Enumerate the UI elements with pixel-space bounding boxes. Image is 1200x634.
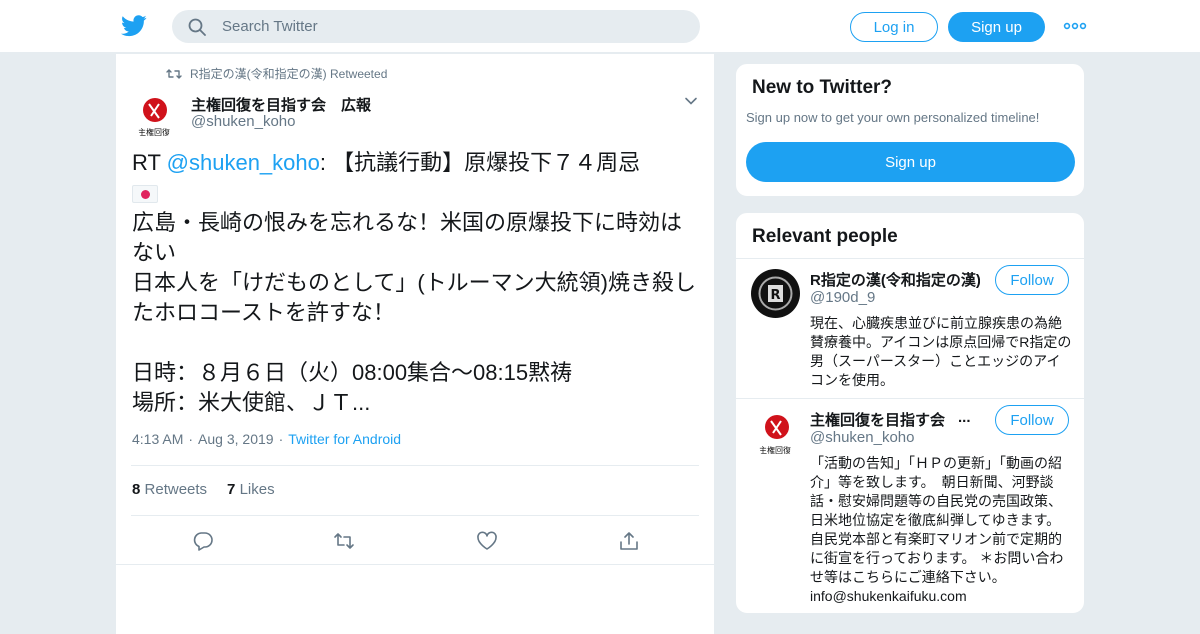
retweet-icon bbox=[166, 68, 182, 79]
new-to-twitter-card: New to Twitter? Sign up now to get your … bbox=[735, 63, 1085, 197]
divider bbox=[116, 564, 716, 565]
top-navigation-bar: Log in Sign up bbox=[0, 0, 1200, 53]
sidebar-signup-button[interactable]: Sign up bbox=[746, 142, 1075, 182]
more-options-icon[interactable] bbox=[1063, 18, 1087, 34]
tweet-stats: 8 Retweets 7 Likes bbox=[132, 481, 275, 498]
svg-text:R: R bbox=[770, 288, 780, 303]
meta-separator: · bbox=[278, 431, 284, 447]
new-to-twitter-title: New to Twitter? bbox=[752, 77, 893, 98]
search-icon bbox=[188, 18, 206, 36]
tweet-metadata: 4:13 AM · Aug 3, 2019 · Twitter for Andr… bbox=[132, 431, 401, 447]
tweet-column: R指定の漢(令和指定の漢) Retweeted 主権回復 主権回復を目指す会 広… bbox=[115, 54, 716, 634]
svg-text:主権回復: 主権回復 bbox=[759, 445, 791, 455]
author-name[interactable]: 主権回復を目指す会 広報 bbox=[191, 94, 371, 115]
share-icon[interactable] bbox=[618, 530, 640, 552]
like-heart-icon[interactable] bbox=[476, 530, 498, 552]
relevant-people-title: Relevant people bbox=[752, 226, 898, 247]
retweets-label: Retweets bbox=[144, 481, 208, 498]
likes-stat[interactable]: 7 Likes bbox=[227, 481, 275, 498]
likes-label: Likes bbox=[239, 481, 275, 498]
person-name[interactable]: R指定の漢(令和指定の漢) bbox=[810, 269, 980, 290]
person-handle[interactable]: @190d_9 bbox=[810, 289, 875, 306]
divider bbox=[131, 465, 699, 466]
retweets-stat[interactable]: 8 Retweets bbox=[132, 481, 207, 498]
divider bbox=[736, 258, 1084, 259]
tweet-text-line1: : 【抗議行動】原爆投下７４周忌 bbox=[319, 150, 641, 175]
japan-flag-icon bbox=[132, 185, 158, 204]
person-name[interactable]: 主権回復を目指す会 bbox=[810, 409, 945, 430]
retweet-context-label[interactable]: R指定の漢(令和指定の漢) Retweeted bbox=[190, 65, 387, 82]
tweet-text-prefix: RT bbox=[132, 150, 167, 175]
tweet-time[interactable]: 4:13 AM bbox=[132, 431, 183, 447]
retweets-count: 8 bbox=[132, 481, 141, 498]
author-handle[interactable]: @shuken_koho bbox=[191, 113, 295, 130]
avatar[interactable]: R bbox=[751, 269, 800, 318]
person-bio: 現在、心臓疾患並びに前立腺疾患の為絶賛療養中。アイコンは原点回帰でR指定の男（ス… bbox=[810, 315, 1072, 388]
tweet-text-body: 広島・長崎の恨みを忘れるな！米国の原爆投下に時効はない 日本人を「けだものとして… bbox=[132, 210, 696, 415]
person-name-ellipsis: ... bbox=[958, 409, 971, 426]
relevant-people-card: Relevant people R R指定の漢(令和指定の漢) @190d_9 … bbox=[735, 212, 1085, 614]
avatar[interactable]: 主権回復 bbox=[131, 94, 177, 140]
divider bbox=[131, 515, 699, 516]
avatar[interactable]: 主権回復 bbox=[751, 409, 800, 458]
divider bbox=[736, 398, 1084, 399]
retweet-button-icon[interactable] bbox=[333, 530, 355, 552]
twitter-bird-logo-icon[interactable] bbox=[121, 14, 147, 38]
svg-text:主権回復: 主権回復 bbox=[138, 127, 170, 137]
search-input[interactable] bbox=[222, 10, 682, 43]
person-bio: 「活動の告知」「ＨＰの更新」「動画の紹介」等を致します。 朝日新聞、河野談話・慰… bbox=[810, 455, 1068, 604]
chevron-down-icon[interactable] bbox=[684, 94, 698, 108]
login-button[interactable]: Log in bbox=[850, 12, 938, 42]
person-handle[interactable]: @shuken_koho bbox=[810, 429, 914, 446]
tweet-date[interactable]: Aug 3, 2019 bbox=[198, 431, 274, 447]
tweet-source-link[interactable]: Twitter for Android bbox=[288, 431, 401, 447]
mention-link[interactable]: @shuken_koho bbox=[167, 150, 320, 175]
retweet-context: R指定の漢(令和指定の漢) Retweeted bbox=[166, 65, 387, 82]
meta-separator: · bbox=[188, 431, 194, 447]
follow-button[interactable]: Follow bbox=[995, 265, 1069, 295]
follow-button[interactable]: Follow bbox=[995, 405, 1069, 435]
tweet-text: RT @shuken_koho: 【抗議行動】原爆投下７４周忌 広島・長崎の恨み… bbox=[132, 148, 702, 418]
new-to-twitter-subtitle: Sign up now to get your own personalized… bbox=[746, 110, 1040, 125]
signup-button[interactable]: Sign up bbox=[948, 12, 1045, 42]
search-box[interactable] bbox=[172, 10, 700, 43]
likes-count: 7 bbox=[227, 481, 236, 498]
reply-icon[interactable] bbox=[192, 530, 214, 552]
